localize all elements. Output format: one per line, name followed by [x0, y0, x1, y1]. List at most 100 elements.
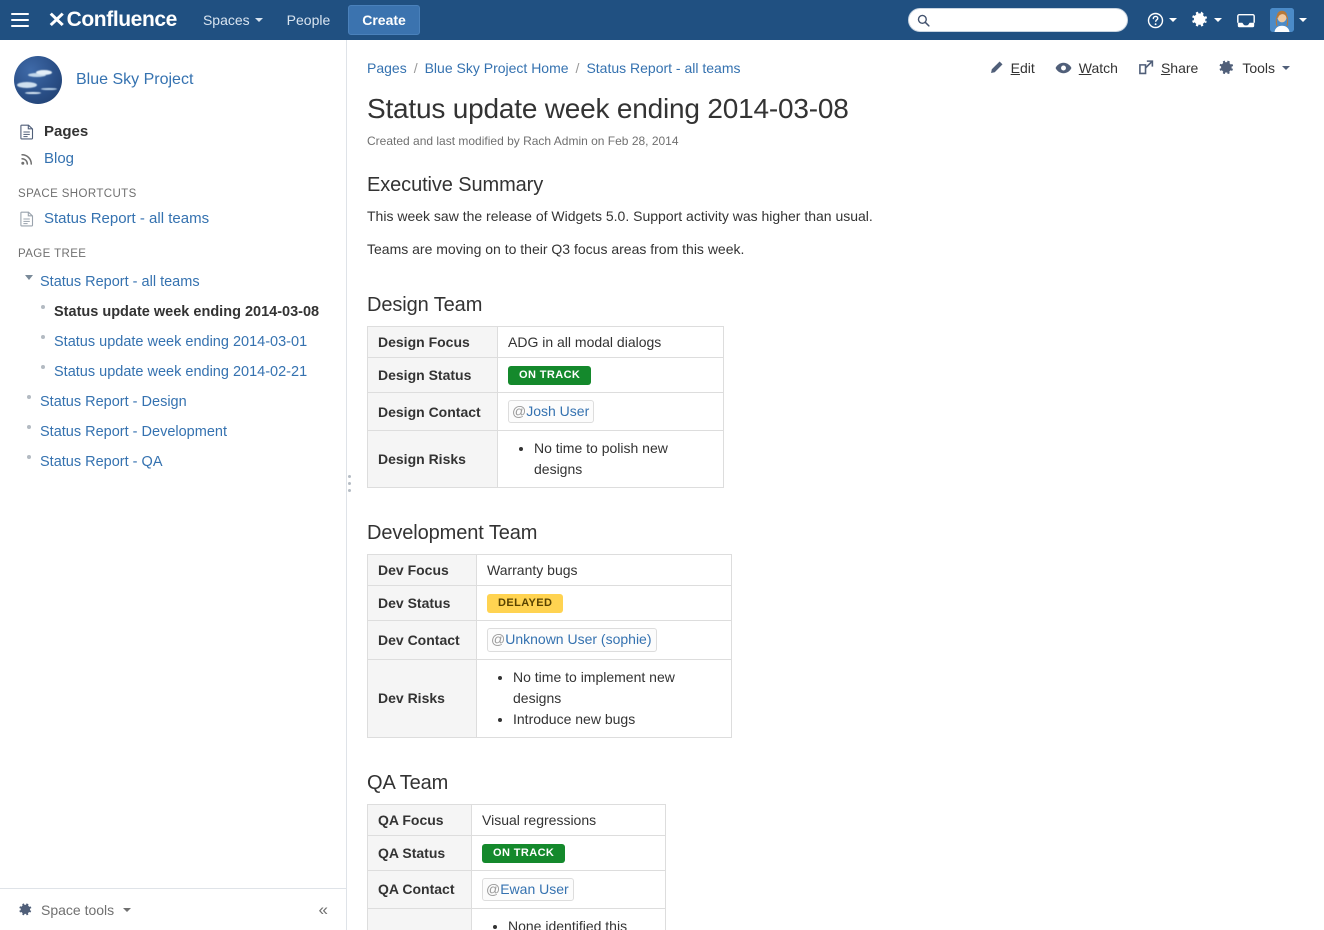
nav-item-spaces[interactable]: Spaces — [191, 0, 275, 40]
chevron-down-icon[interactable] — [18, 273, 40, 280]
row-value: @Ewan User — [471, 869, 666, 909]
row-value: @Unknown User (sophie) — [476, 620, 732, 660]
row-header: QA Risks — [367, 907, 472, 930]
user-mention[interactable]: @Ewan User — [482, 877, 574, 901]
table-row: QA Status ON TRACK — [367, 834, 666, 871]
bullet-icon — [32, 333, 54, 339]
user-mention[interactable]: @Unknown User (sophie) — [487, 628, 657, 652]
tree-item-status-report-qa[interactable]: Status Report - QA — [0, 447, 346, 477]
tree-item-status-report-all-teams[interactable]: Status Report - all teams — [0, 267, 346, 297]
row-header: QA Status — [367, 834, 472, 871]
tree-item-status-update-2014-02-21[interactable]: Status update week ending 2014-02-21 — [0, 357, 346, 387]
grip-dot — [348, 482, 351, 485]
watch-button[interactable]: Watch — [1045, 57, 1128, 79]
chevron-down-icon — [1169, 18, 1177, 22]
nav-item-people[interactable]: People — [275, 0, 343, 40]
space-tools-button[interactable]: Space tools — [18, 902, 132, 918]
tree-item-status-report-design[interactable]: Status Report - Design — [0, 387, 346, 417]
exec-summary-paragraph-2: Teams are moving on to their Q3 focus ar… — [367, 241, 745, 258]
table-row: QA Contact @Ewan User — [367, 869, 666, 909]
row-value: No time to implement new designs Introdu… — [476, 658, 732, 738]
page-metadata: Created and last modified by Rach Admin … — [367, 134, 679, 149]
share-button-label: Share — [1160, 59, 1199, 76]
collapse-sidebar-button[interactable]: « — [313, 901, 334, 918]
breadcrumb-item-parent-page[interactable]: Status Report - all teams — [586, 60, 740, 76]
search-input[interactable] — [935, 11, 1119, 29]
breadcrumb-separator: / — [575, 60, 580, 76]
row-value: @Josh User — [497, 391, 724, 432]
accesskey-letter: S — [1160, 59, 1171, 76]
space-sidebar: Blue Sky Project Pages Blog SPACE SHORTC… — [0, 40, 351, 930]
edit-button[interactable]: Edit — [979, 57, 1045, 79]
chevron-down-icon — [254, 18, 263, 22]
confluence-logo[interactable]: ✕ Confluence — [40, 0, 191, 40]
user-mention-name: Josh User — [526, 402, 590, 419]
confluence-logo-mark: ✕ — [47, 8, 67, 32]
page-tree-heading: PAGE TREE — [18, 248, 87, 260]
page-actions-toolbar: Edit Watch Share Tools — [979, 56, 1300, 79]
hamburger-menu-icon[interactable] — [0, 0, 40, 40]
search-box[interactable] — [908, 8, 1128, 32]
heading-qa-team: QA Team — [367, 771, 449, 794]
risk-list: None identified this week — [482, 916, 655, 930]
row-value: ON TRACK — [497, 356, 724, 393]
tree-item-label: Status update week ending 2014-03-01 — [54, 334, 308, 350]
settings-menu-button[interactable] — [1184, 0, 1229, 40]
share-icon — [1138, 60, 1154, 75]
page-tree: Status Report - all teams Status update … — [0, 265, 346, 477]
grip-dot — [348, 489, 351, 492]
sidebar-resize-handle[interactable] — [346, 40, 351, 930]
nav-left-group: ✕ Confluence Spaces People Create — [0, 0, 420, 40]
sidebar-footer: Space tools « — [0, 888, 346, 930]
sidebar-item-blog[interactable]: Blog — [0, 145, 346, 172]
tools-button[interactable]: Tools — [1208, 56, 1300, 79]
notifications-inbox-icon — [1237, 13, 1255, 27]
table-row: QA Risks None identified this week — [367, 907, 666, 930]
tree-item-status-report-development[interactable]: Status Report - Development — [0, 417, 346, 447]
pencil-icon — [989, 60, 1004, 75]
chevron-down-icon — [1299, 18, 1307, 22]
space-name-link[interactable]: Blue Sky Project — [76, 71, 193, 89]
help-icon — [1147, 12, 1164, 28]
breadcrumb-item-space-home[interactable]: Blue Sky Project Home — [425, 60, 569, 76]
sidebar-item-blog-label: Blog — [44, 150, 75, 167]
space-shortcuts-heading: SPACE SHORTCUTS — [18, 188, 137, 200]
gear-icon — [1218, 59, 1235, 76]
chevron-down-icon — [123, 907, 132, 912]
create-button[interactable]: Create — [348, 5, 420, 35]
tree-item-status-update-2014-03-08[interactable]: Status update week ending 2014-03-08 — [0, 297, 346, 327]
user-avatar — [1270, 8, 1294, 32]
tree-item-label: Status Report - all teams — [40, 274, 200, 290]
profile-menu-button[interactable] — [1263, 0, 1314, 40]
breadcrumb-item-pages[interactable]: Pages — [367, 60, 407, 76]
row-header: Design Status — [367, 356, 498, 393]
notifications-button[interactable] — [1229, 0, 1263, 40]
confluence-logo-text: Confluence — [66, 8, 178, 31]
row-header: Dev Contact — [367, 620, 477, 660]
row-header: Dev Status — [367, 585, 477, 622]
resize-grip-dots — [348, 475, 351, 492]
tree-item-label: Status update week ending 2014-03-08 — [54, 304, 320, 320]
help-menu-button[interactable] — [1140, 0, 1184, 40]
tree-item-status-update-2014-03-01[interactable]: Status update week ending 2014-03-01 — [0, 327, 346, 357]
page-icon — [18, 124, 36, 140]
edit-button-label: Edit — [1010, 59, 1035, 76]
content-inner: Pages / Blue Sky Project Home / Status R… — [347, 40, 1324, 930]
sidebar-shortcut-status-report[interactable]: Status Report - all teams — [0, 205, 346, 232]
avatar-image — [1270, 8, 1294, 32]
user-mention-name: Ewan User — [500, 880, 569, 897]
tree-item-label: Status update week ending 2014-02-21 — [54, 364, 308, 380]
share-button[interactable]: Share — [1128, 57, 1208, 79]
document-icon — [18, 211, 36, 227]
list-item: No time to implement new designs — [513, 667, 721, 709]
sidebar-item-pages[interactable]: Pages — [0, 118, 346, 145]
space-header[interactable]: Blue Sky Project — [0, 40, 346, 118]
blog-rss-icon — [18, 151, 36, 166]
user-mention[interactable]: @Josh User — [508, 399, 595, 424]
row-header: Design Focus — [367, 325, 498, 358]
qa-team-table: QA Focus Visual regressions QA Status ON… — [367, 803, 666, 930]
at-symbol: @ — [512, 402, 527, 419]
table-row: Dev Status DELAYED — [367, 585, 732, 622]
bullet-icon — [32, 303, 54, 309]
status-badge: ON TRACK — [482, 843, 566, 863]
